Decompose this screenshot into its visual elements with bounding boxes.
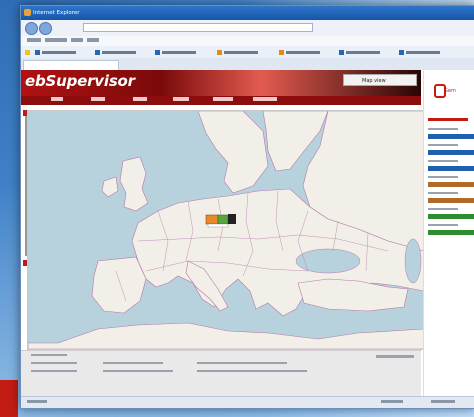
panel-item-label	[428, 160, 458, 162]
favorite-link[interactable]	[35, 49, 78, 55]
menu-file[interactable]	[27, 38, 41, 42]
address-bar[interactable]	[83, 23, 313, 32]
navigation-bar	[21, 20, 474, 37]
map-legend-area	[21, 350, 421, 397]
zoom-level[interactable]	[431, 400, 455, 403]
app-brand: ebSupervisor	[25, 72, 135, 90]
favorite-link[interactable]	[399, 49, 442, 55]
favorite-link[interactable]	[155, 49, 198, 55]
status-badge[interactable]	[428, 150, 474, 155]
legend-line	[103, 370, 173, 372]
map-view-button[interactable]: Map view	[343, 74, 417, 86]
monitoring-panel: Gem	[423, 70, 474, 396]
europe-map[interactable]	[27, 110, 425, 350]
status-badge[interactable]	[428, 166, 474, 171]
app-nav	[21, 96, 421, 105]
menu-bar	[21, 36, 474, 46]
legend-line	[31, 362, 77, 364]
page-content: ebSupervisor Map view Gem	[21, 70, 474, 397]
panel-title	[428, 118, 468, 121]
legend-line	[197, 370, 307, 372]
taskbar-edge	[0, 380, 18, 417]
panel-item-label	[428, 176, 458, 178]
browser-icon	[24, 9, 31, 16]
company-logo-text: Gem	[444, 88, 456, 94]
status-badge[interactable]	[428, 198, 474, 203]
status-bar	[21, 396, 474, 408]
status-text	[27, 400, 47, 403]
favorite-link[interactable]	[339, 49, 382, 55]
panel-item-label	[428, 192, 458, 194]
legend-line	[31, 354, 67, 356]
menu-tools[interactable]	[71, 38, 83, 42]
window-title: Internet Explorer	[33, 10, 80, 16]
back-arrow-icon[interactable]	[25, 22, 38, 35]
status-badge[interactable]	[428, 230, 474, 235]
panel-item-label	[428, 224, 458, 226]
legend-line	[103, 362, 163, 364]
forward-arrow-icon[interactable]	[39, 22, 52, 35]
favorite-link[interactable]	[217, 49, 260, 55]
favorites-star-icon[interactable]	[25, 49, 32, 55]
title-bar: Internet Explorer	[21, 6, 474, 20]
status-badge[interactable]	[428, 182, 474, 187]
status-badge[interactable]	[428, 134, 474, 139]
nav-item[interactable]	[91, 97, 105, 101]
panel-item-label	[428, 128, 458, 130]
map-view-label: Map view	[362, 78, 386, 84]
tab-active[interactable]	[23, 60, 119, 70]
menu-help[interactable]	[87, 38, 99, 42]
legend-line	[31, 370, 77, 372]
browser-window: Internet Explorer ebSupervisor Map view	[20, 5, 474, 409]
legend-line	[197, 362, 287, 364]
nav-item[interactable]	[133, 97, 147, 101]
panel-item-label	[428, 208, 458, 210]
map-copyright	[376, 355, 414, 358]
nav-item[interactable]	[213, 97, 233, 101]
zone-indicator	[381, 400, 403, 403]
app-header: ebSupervisor Map view	[21, 70, 421, 96]
favorite-link[interactable]	[279, 49, 322, 55]
nav-item[interactable]	[51, 97, 63, 101]
panel-item-label	[428, 144, 458, 146]
nav-item[interactable]	[173, 97, 189, 101]
nav-item[interactable]	[253, 97, 277, 101]
status-badge[interactable]	[428, 214, 474, 219]
favorite-link[interactable]	[95, 49, 138, 55]
map-canvas[interactable]	[28, 111, 424, 349]
menu-favorites[interactable]	[45, 38, 67, 42]
